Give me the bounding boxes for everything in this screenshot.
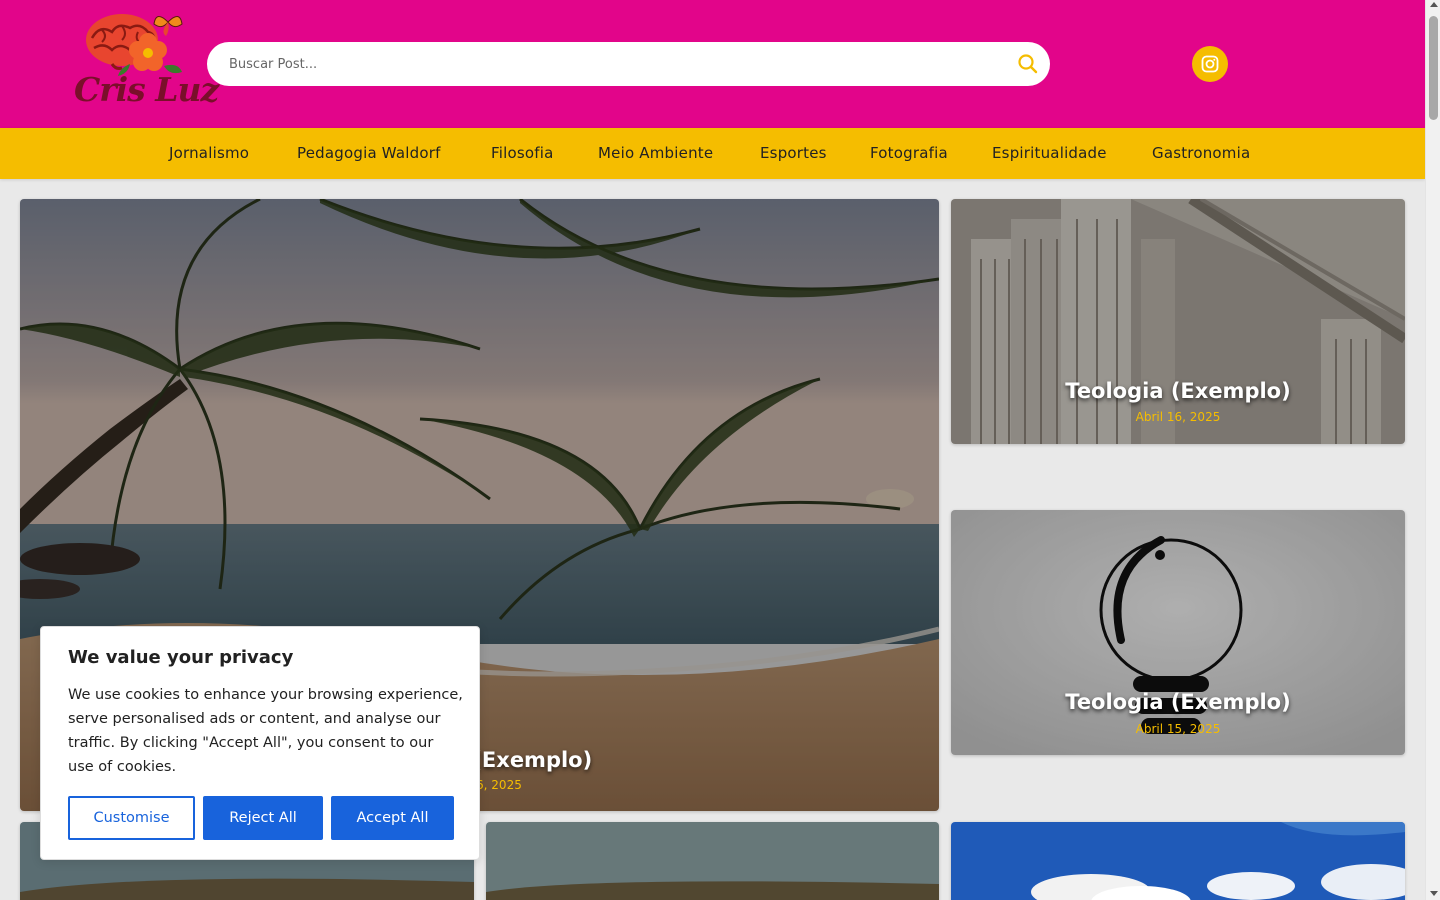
page-scrollbar[interactable] bbox=[1425, 0, 1440, 900]
search-input[interactable] bbox=[229, 42, 999, 86]
nav-item-espiritualidade[interactable]: Espiritualidade bbox=[992, 128, 1107, 179]
nav-item-esportes[interactable]: Esportes bbox=[760, 128, 827, 179]
scroll-down-arrow-icon[interactable] bbox=[1430, 891, 1438, 896]
nav-item-fotografia[interactable]: Fotografia bbox=[870, 128, 948, 179]
nav-item-filosofia[interactable]: Filosofia bbox=[491, 128, 553, 179]
post-date: Abril 15, 2025 bbox=[1135, 722, 1221, 736]
image-overlay bbox=[486, 822, 939, 900]
instagram-icon bbox=[1201, 55, 1219, 73]
post-date: Abril 16, 2025 bbox=[1135, 410, 1221, 424]
site-logo[interactable]: Cris Luz bbox=[72, 8, 219, 112]
scrollbar-thumb[interactable] bbox=[1429, 16, 1438, 120]
nav-item-gastronomia[interactable]: Gastronomia bbox=[1152, 128, 1250, 179]
customise-button[interactable]: Customise bbox=[68, 796, 195, 840]
category-nav: Jornalismo Pedagogia Waldorf Filosofia M… bbox=[0, 128, 1425, 179]
cookie-description: We use cookies to enhance your browsing … bbox=[68, 687, 463, 775]
search-button[interactable] bbox=[1016, 52, 1040, 76]
post-title[interactable]: Teologia (Exemplo) bbox=[951, 690, 1405, 714]
nav-item-meio-ambiente[interactable]: Meio Ambiente bbox=[598, 128, 713, 179]
site-header: Cris Luz bbox=[0, 0, 1425, 128]
reject-all-button[interactable]: Reject All bbox=[203, 796, 323, 840]
post-card[interactable]: Teologia (Exemplo) Abril 15, 2025 bbox=[951, 510, 1405, 755]
post-card[interactable] bbox=[951, 822, 1405, 900]
image-overlay bbox=[951, 199, 1405, 444]
accept-all-button[interactable]: Accept All bbox=[331, 796, 454, 840]
post-card[interactable] bbox=[486, 822, 939, 900]
nav-item-jornalismo[interactable]: Jornalismo bbox=[169, 128, 249, 179]
cookie-consent-banner: We value your privacy We use cookies to … bbox=[40, 626, 480, 860]
cookie-title: We value your privacy bbox=[68, 647, 294, 668]
image-overlay bbox=[951, 510, 1405, 755]
post-title[interactable]: Teologia (Exemplo) bbox=[951, 379, 1405, 403]
search-bar bbox=[207, 42, 1050, 86]
nav-item-pedagogia-waldorf[interactable]: Pedagogia Waldorf bbox=[297, 128, 441, 179]
post-image bbox=[951, 822, 1405, 900]
logo-text: Cris Luz bbox=[74, 70, 219, 109]
instagram-link[interactable] bbox=[1192, 46, 1228, 82]
post-card[interactable]: Teologia (Exemplo) Abril 16, 2025 bbox=[951, 199, 1405, 444]
scroll-up-arrow-icon[interactable] bbox=[1430, 2, 1438, 7]
search-icon bbox=[1018, 54, 1038, 74]
